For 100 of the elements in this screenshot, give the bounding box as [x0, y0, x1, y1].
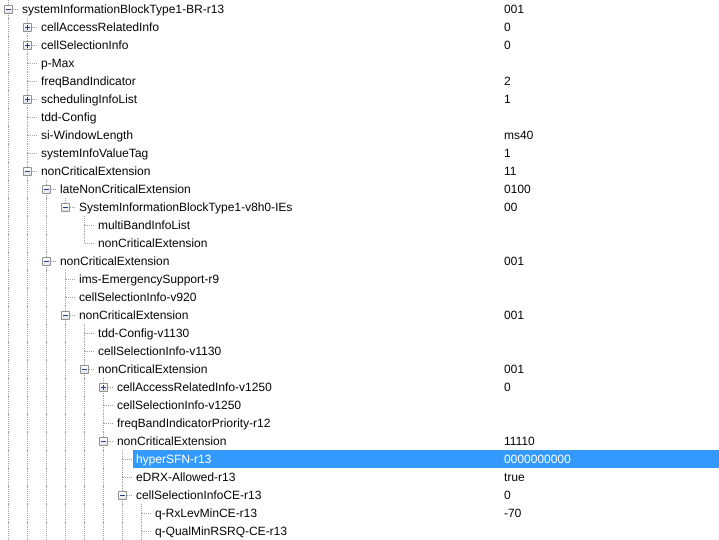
node-value: 1 — [504, 146, 511, 160]
tree-row[interactable]: nonCriticalExtension 11110 — [114, 432, 719, 450]
node-value: 2 — [504, 74, 511, 88]
node-label: cellAccessRelatedInfo — [40, 19, 160, 35]
node-label: cellSelectionInfo-v1250 — [116, 397, 242, 413]
tree-row[interactable]: nonCriticalExtension 001 — [76, 306, 719, 324]
expand-toggle[interactable] — [61, 203, 70, 212]
expand-toggle[interactable] — [61, 311, 70, 320]
expand-toggle[interactable] — [42, 185, 51, 194]
node-label: lateNonCriticalExtension — [59, 181, 192, 197]
node-value: 0 — [504, 20, 511, 34]
node-value: 001 — [504, 254, 524, 268]
expand-toggle[interactable] — [4, 5, 13, 14]
node-value: 00 — [504, 200, 518, 214]
node-label: cellAccessRelatedInfo-v1250 — [116, 379, 273, 395]
minus-icon — [63, 205, 68, 210]
expand-toggle[interactable] — [42, 257, 51, 266]
expand-toggle[interactable] — [80, 365, 89, 374]
tree-row[interactable]: cellSelectionInfo-v920 — [76, 288, 719, 306]
node-label: freqBandIndicator — [40, 73, 137, 89]
node-label: si-WindowLength — [40, 127, 134, 143]
node-label: ims-EmergencySupport-r9 — [78, 271, 220, 287]
minus-icon — [101, 439, 106, 444]
node-value: 001 — [504, 362, 524, 376]
node-label: SystemInformationBlockType1-v8h0-IEs — [78, 199, 294, 215]
expand-toggle[interactable] — [118, 491, 127, 500]
tree-row[interactable]: schedulingInfoList 1 — [38, 90, 719, 108]
node-value: true — [504, 470, 525, 484]
node-label: cellSelectionInfoCE-r13 — [135, 487, 262, 503]
node-label: eDRX-Allowed-r13 — [135, 469, 236, 485]
tree-row[interactable]: freqBandIndicator 2 — [38, 72, 719, 90]
tree-row[interactable]: tdd-Config — [38, 108, 719, 126]
node-label: tdd-Config-v1130 — [97, 325, 190, 341]
tree-row[interactable]: p-Max — [38, 54, 719, 72]
expand-toggle[interactable] — [99, 383, 108, 392]
tree-row[interactable]: nonCriticalExtension — [95, 234, 719, 252]
node-value: 0100 — [504, 182, 531, 196]
tree-row[interactable]: SystemInformationBlockType1-v8h0-IEs 00 — [76, 198, 719, 216]
tree-row[interactable]: cellSelectionInfo-v1130 — [95, 342, 719, 360]
tree-row[interactable]: freqBandIndicatorPriority-r12 — [114, 414, 719, 432]
node-label: nonCriticalExtension — [40, 163, 152, 179]
node-value: 0000000000 — [504, 452, 571, 466]
tree-row[interactable]: cellSelectionInfo-v1250 — [114, 396, 719, 414]
node-label: multiBandInfoList — [97, 217, 192, 233]
tree-row[interactable]: ims-EmergencySupport-r9 — [76, 270, 719, 288]
tree-row[interactable]: nonCriticalExtension 11 — [38, 162, 719, 180]
minus-icon — [44, 187, 49, 192]
expand-toggle[interactable] — [23, 23, 32, 32]
node-label: p-Max — [40, 55, 76, 71]
node-label: tdd-Config — [40, 109, 98, 125]
expand-toggle[interactable] — [23, 167, 32, 176]
node-label: nonCriticalExtension — [78, 307, 190, 323]
node-value: 1 — [504, 92, 511, 106]
tree-row[interactable]: eDRX-Allowed-r13 true — [133, 468, 719, 486]
node-value: 001 — [504, 308, 524, 322]
node-label: q-RxLevMinCE-r13 — [154, 505, 258, 521]
minus-icon — [6, 7, 11, 12]
tree-row[interactable]: systemInfoValueTag 1 — [38, 144, 719, 162]
node-label: nonCriticalExtension — [97, 361, 208, 377]
node-label: cellSelectionInfo-v1130 — [97, 343, 222, 359]
minus-icon — [44, 259, 49, 264]
node-value: 0 — [504, 488, 511, 502]
plus-icon — [25, 43, 30, 48]
tree-row[interactable]: si-WindowLength ms40 — [38, 126, 719, 144]
tree-row[interactable]: systemInformationBlockType1-BR-r13 001 — [19, 0, 719, 18]
tree-row[interactable]: multiBandInfoList — [95, 216, 719, 234]
plus-icon — [25, 97, 30, 102]
node-label: schedulingInfoList — [40, 91, 138, 107]
plus-icon — [101, 385, 106, 390]
minus-icon — [63, 313, 68, 318]
tree-row[interactable]: tdd-Config-v1130 — [95, 324, 719, 342]
tree-row[interactable]: cellAccessRelatedInfo-v1250 0 — [114, 378, 719, 396]
node-label: hyperSFN-r13 — [135, 451, 504, 467]
node-value: ms40 — [504, 128, 534, 142]
node-value: 11110 — [504, 434, 535, 448]
node-label: nonCriticalExtension — [97, 235, 208, 251]
tree-row[interactable]: nonCriticalExtension 001 — [95, 360, 719, 378]
expand-toggle[interactable] — [23, 41, 32, 50]
node-label: nonCriticalExtension — [59, 253, 170, 269]
node-value: 0 — [504, 380, 511, 394]
node-value: -70 — [504, 506, 522, 520]
tree-row[interactable]: q-RxLevMinCE-r13 -70 — [152, 504, 719, 522]
expand-toggle[interactable] — [99, 437, 108, 446]
node-label: nonCriticalExtension — [116, 433, 228, 449]
tree-row[interactable]: nonCriticalExtension 001 — [57, 252, 719, 270]
expand-toggle[interactable] — [23, 95, 32, 104]
tree-row[interactable]: lateNonCriticalExtension 0100 — [57, 180, 719, 198]
node-label: systemInfoValueTag — [40, 145, 150, 161]
minus-icon — [25, 169, 30, 174]
node-label: q-QualMinRSRQ-CE-r13 — [154, 523, 288, 539]
tree-row[interactable]: q-QualMinRSRQ-CE-r13 — [152, 522, 719, 540]
node-label: cellSelectionInfo-v920 — [78, 289, 198, 305]
node-value: 0 — [504, 38, 511, 52]
node-label: freqBandIndicatorPriority-r12 — [116, 415, 272, 431]
node-label: cellSelectionInfo — [40, 37, 130, 53]
node-value: 001 — [504, 2, 524, 16]
tree-row[interactable]: cellAccessRelatedInfo 0 — [38, 18, 719, 36]
tree-row[interactable]: cellSelectionInfo 0 — [38, 36, 719, 54]
tree-row[interactable]: cellSelectionInfoCE-r13 0 — [133, 486, 719, 504]
plus-icon — [25, 25, 30, 30]
